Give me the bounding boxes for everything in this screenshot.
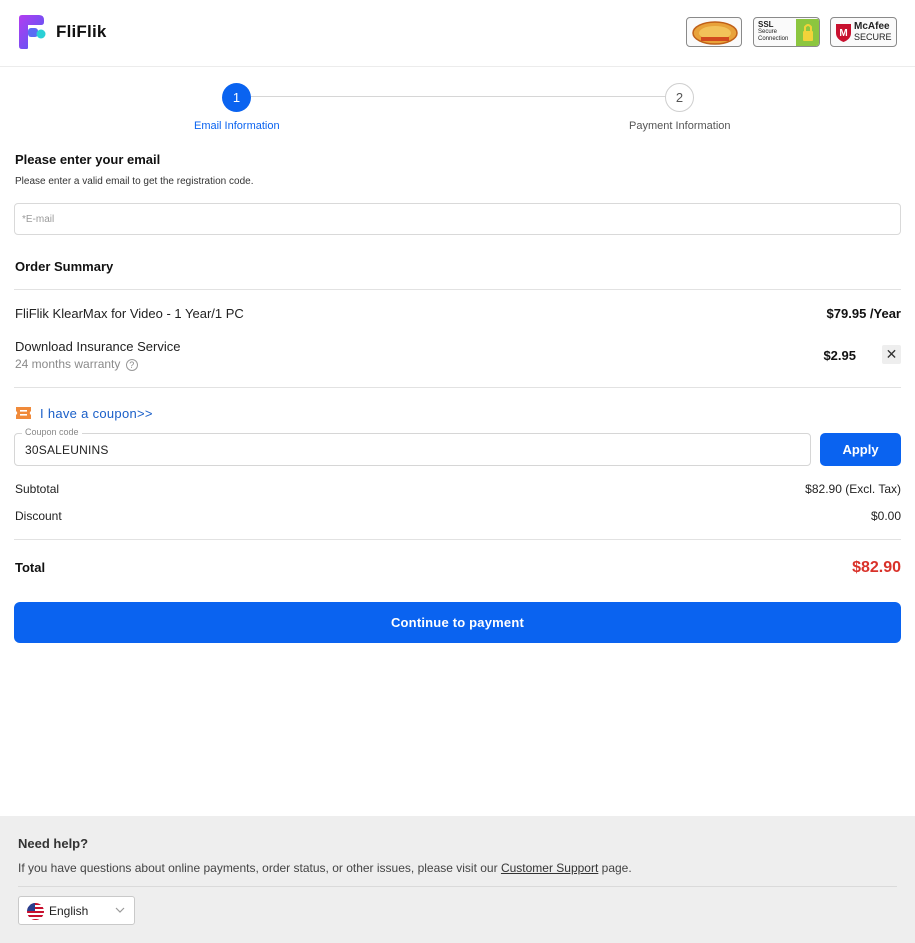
insurance-note-text: 24 months warranty [15, 357, 121, 371]
continue-to-payment-button[interactable]: Continue to payment [14, 602, 901, 643]
header: FliFlik SSL Secure Connection M McAfee S… [0, 0, 915, 67]
us-flag-icon [27, 903, 44, 920]
mcafee-text: McAfee SECURE [854, 21, 892, 43]
mcafee-shield-icon: M [836, 24, 851, 42]
email-section-title: Please enter your email [15, 152, 161, 167]
subtotal-label: Subtotal [15, 482, 60, 496]
ticket-icon [16, 407, 31, 419]
mcafee-label: SECURE [854, 32, 892, 42]
fliflik-logo-icon[interactable] [17, 14, 47, 50]
step-2-indicator: 2 [665, 83, 694, 112]
total-label: Total [15, 560, 46, 575]
ssl-badge-title: SSL [758, 20, 774, 29]
mcafee-brand: McAfee [854, 21, 890, 32]
step-2-label: Payment Information [629, 120, 731, 132]
svg-text:M: M [839, 28, 847, 39]
footer-divider [18, 886, 897, 887]
coupon-field-value: 30SALEUNINS [25, 443, 109, 457]
help-text-after: page. [598, 861, 632, 875]
question-circle-icon[interactable]: ? [125, 359, 138, 371]
insurance-price: $2.95 [823, 348, 856, 363]
badge-seal-icon [692, 21, 738, 45]
ssl-badge-line2: Connection [758, 36, 789, 42]
norton-badge [686, 17, 742, 47]
coupon-field-label: Coupon code [22, 427, 82, 437]
divider [14, 539, 901, 540]
language-label: English [49, 904, 89, 918]
insurance-note: 24 months warranty ? [15, 357, 138, 371]
discount-label: Discount [15, 509, 62, 523]
divider [14, 387, 901, 388]
coupon-input[interactable] [14, 433, 811, 466]
insurance-name: Download Insurance Service [15, 339, 181, 354]
coupon-toggle-link[interactable]: I have a coupon>> [40, 406, 153, 421]
email-field[interactable] [14, 203, 901, 235]
close-icon: ✕ [885, 346, 898, 362]
mcafee-badge: M McAfee SECURE [830, 17, 897, 47]
discount-value: $0.00 [870, 509, 901, 523]
apply-coupon-button[interactable]: Apply [820, 433, 901, 466]
language-select[interactable]: English [18, 896, 135, 925]
product-name: FliFlik KlearMax for Video - 1 Year/1 PC [15, 306, 244, 321]
help-text-before: If you have questions about online payme… [18, 861, 501, 875]
ssl-badge-text: SSL Secure Connection [758, 20, 788, 43]
ssl-badge-line1: Secure [758, 29, 778, 35]
chevron-down-icon [115, 907, 125, 913]
remove-insurance-button[interactable]: ✕ [882, 345, 901, 364]
ssl-badge: SSL Secure Connection [753, 17, 820, 47]
email-hint: Please enter a valid email to get the re… [15, 176, 254, 187]
lock-icon [796, 19, 819, 46]
help-title: Need help? [18, 836, 89, 851]
order-summary-title: Order Summary [15, 259, 114, 274]
footer: Need help? If you have questions about o… [0, 816, 915, 943]
step-1-label: Email Information [194, 120, 280, 132]
divider [14, 289, 901, 290]
product-price: $79.95 /Year [826, 306, 901, 321]
customer-support-link[interactable]: Customer Support [501, 861, 598, 875]
step-connector [250, 96, 666, 97]
subtotal-value: $82.90 (Excl. Tax) [805, 482, 901, 496]
step-1-indicator: 1 [222, 83, 251, 112]
total-value: $82.90 [852, 559, 901, 576]
logo-text: FliFlik [56, 22, 107, 41]
help-text: If you have questions about online payme… [18, 861, 632, 875]
